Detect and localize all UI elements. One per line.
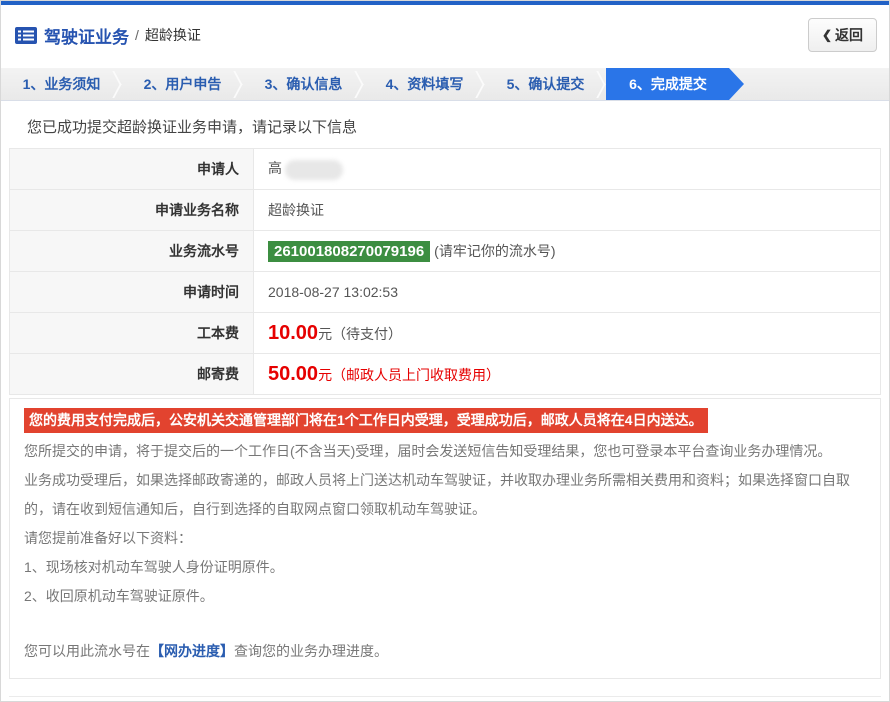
row-value: 高: [254, 149, 881, 190]
table-row-postage-fee: 邮寄费 50.00元（邮政人员上门收取费用）: [10, 354, 881, 395]
table-row-business-name: 申请业务名称 超龄换证: [10, 190, 881, 231]
row-label: 邮寄费: [10, 354, 254, 395]
wizard-steps: 1、业务须知 2、用户申告 3、确认信息 4、资料填写 5、确认提交 6、完成提…: [1, 68, 889, 101]
serial-note: (请牢记你的流水号): [434, 243, 555, 259]
row-value: 超龄换证: [254, 190, 881, 231]
postage-fee-amount: 50.00: [268, 363, 318, 385]
step-tab-confirm-info[interactable]: 3、确认信息: [243, 68, 364, 100]
row-label: 工本费: [10, 313, 254, 354]
privacy-masked-text: [285, 160, 343, 180]
notice-paragraph: 请您提前准备好以下资料：: [24, 524, 866, 553]
notice-paragraph: 1、现场核对机动车驾驶人身份证明原件。: [24, 553, 866, 582]
row-label: 申请业务名称: [10, 190, 254, 231]
row-label: 申请时间: [10, 272, 254, 313]
progress-hint-prefix: 您可以用此流水号在: [24, 643, 150, 659]
back-button-label: 返回: [835, 25, 863, 45]
step-tab-business-notice[interactable]: 1、业务须知: [1, 68, 122, 100]
apply-time-value: 2018-08-27 13:02:53: [254, 272, 881, 313]
notice-paragraph: 2、收回原机动车驾驶证原件。: [24, 582, 866, 611]
chevron-left-icon: ❮: [822, 28, 832, 42]
payment-alert-banner: 您的费用支付完成后，公安机关交通管理部门将在1个工作日内受理，受理成功后，邮政人…: [24, 408, 708, 433]
license-list-icon: [15, 27, 37, 44]
progress-hint-line: 您可以用此流水号在【网办进度】查询您的业务办理进度。: [24, 637, 866, 666]
notice-section: 您的费用支付完成后，公安机关交通管理部门将在1个工作日内受理，受理成功后，邮政人…: [9, 398, 881, 679]
back-button[interactable]: ❮ 返回: [808, 18, 877, 52]
step-tab-user-declaration[interactable]: 2、用户申告: [122, 68, 243, 100]
row-label: 业务流水号: [10, 231, 254, 272]
table-row-apply-time: 申请时间 2018-08-27 13:02:53: [10, 272, 881, 313]
serial-number-badge: 261001808270079196: [268, 241, 430, 262]
row-value: 50.00元（邮政人员上门收取费用）: [254, 354, 881, 395]
breadcrumb-current: 超龄换证: [145, 25, 201, 45]
notice-paragraph: 您所提交的申请，将于提交后的一个工作日(不含当天)受理，届时会发送短信告知受理结…: [24, 437, 866, 466]
main-content: 您已成功提交超龄换证业务申请，请记录以下信息 申请人 高 申请业务名称 超龄换证…: [1, 116, 889, 679]
step-tab-complete-submit[interactable]: 6、完成提交: [606, 68, 744, 100]
page-title: 驾驶证业务: [44, 23, 129, 48]
row-value: 261001808270079196(请牢记你的流水号): [254, 231, 881, 272]
row-label: 申请人: [10, 149, 254, 190]
postage-fee-note: 元（邮政人员上门收取费用）: [318, 367, 500, 383]
table-row-serial-number: 业务流水号 261001808270079196(请牢记你的流水号): [10, 231, 881, 272]
step-tab-fill-data[interactable]: 4、资料填写: [364, 68, 485, 100]
action-footer: ¥ 继续支付 ¥ 取消支付 返回: [9, 696, 881, 702]
production-fee-note: 元（待支付）: [318, 326, 402, 342]
breadcrumb-separator: /: [135, 27, 139, 43]
progress-hint-suffix: 查询您的业务办理进度。: [234, 643, 388, 659]
blank-line: [24, 611, 866, 637]
page-header: 驾驶证业务 / 超龄换证 ❮ 返回: [1, 5, 889, 64]
table-row-production-fee: 工本费 10.00元（待支付）: [10, 313, 881, 354]
step-tab-confirm-submit[interactable]: 5、确认提交: [485, 68, 606, 100]
table-row-applicant: 申请人 高: [10, 149, 881, 190]
applicant-name: 高: [268, 160, 282, 176]
notice-paragraph: 业务成功受理后，如果选择邮政寄递的，邮政人员将上门送达机动车驾驶证，并收取办理业…: [24, 466, 866, 524]
row-value: 10.00元（待支付）: [254, 313, 881, 354]
app-window: 驾驶证业务 / 超龄换证 ❮ 返回 1、业务须知 2、用户申告 3、确认信息 4…: [0, 0, 890, 702]
success-message: 您已成功提交超龄换证业务申请，请记录以下信息: [27, 116, 881, 137]
production-fee-amount: 10.00: [268, 322, 318, 344]
info-table: 申请人 高 申请业务名称 超龄换证 业务流水号 2610018082700791…: [9, 148, 881, 395]
online-progress-link[interactable]: 【网办进度】: [150, 643, 234, 659]
